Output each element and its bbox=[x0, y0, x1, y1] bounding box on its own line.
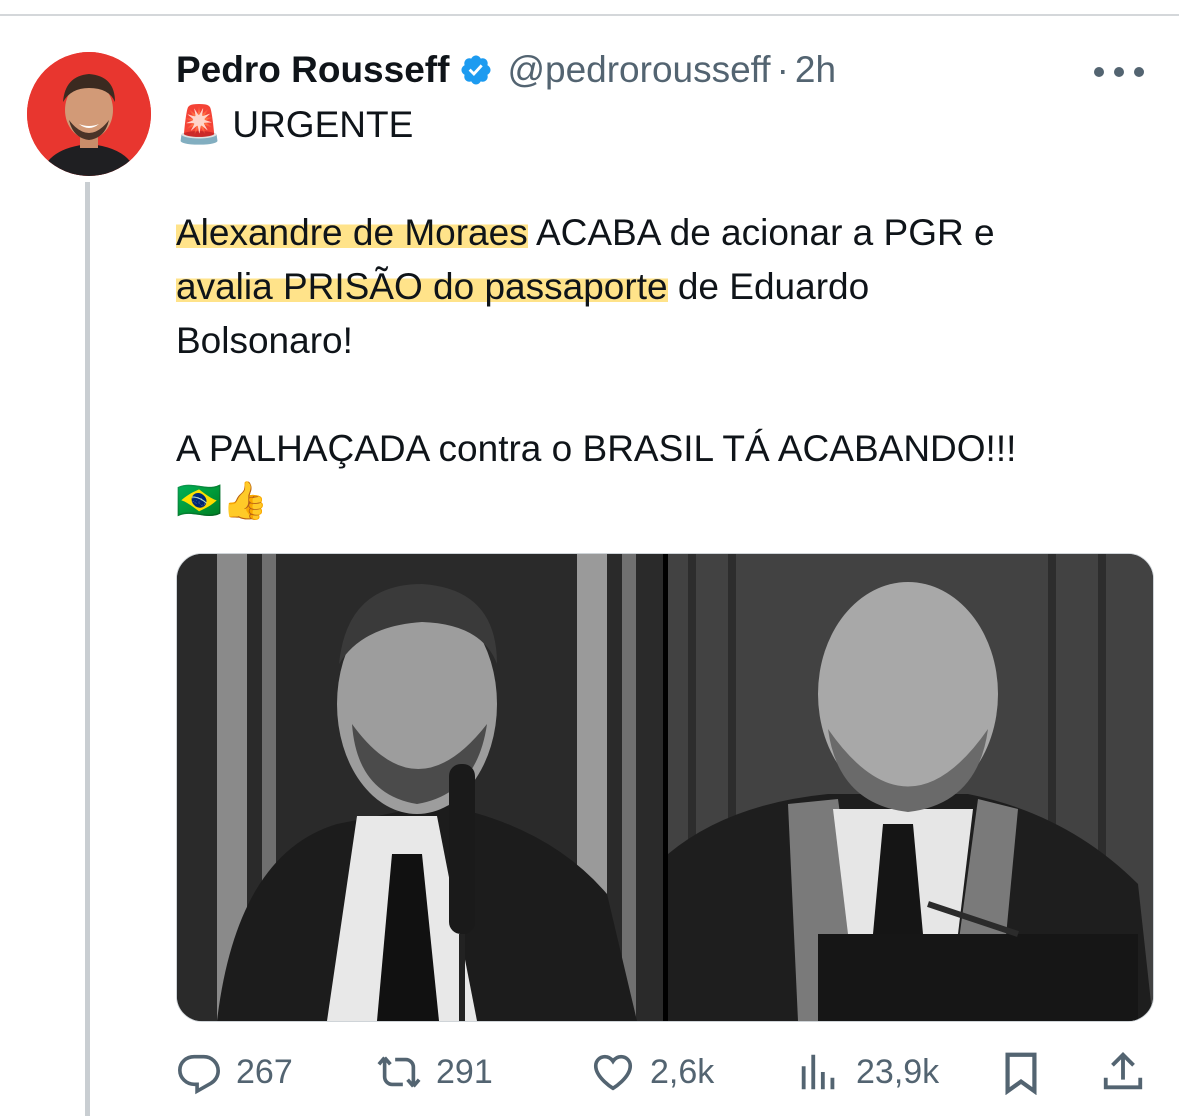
tweet-actions: 267 291 2,6k 23,9k bbox=[176, 1042, 1156, 1102]
body-text: ACABA de acionar a PGR e bbox=[527, 212, 995, 253]
tweet-body-line-3: Bolsonaro! bbox=[176, 320, 353, 361]
reply-button[interactable]: 267 bbox=[176, 1042, 293, 1102]
highlight-phrase: avalia PRISÃO do passaporte bbox=[176, 266, 668, 307]
photo-right-man-judge[interactable] bbox=[668, 554, 1153, 1021]
highlight-name: Alexandre de Moraes bbox=[176, 212, 528, 253]
views-icon bbox=[801, 1054, 835, 1090]
bookmark-icon bbox=[1005, 1052, 1037, 1095]
tweet-body-line-2: avalia PRISÃO do passaporte de Eduardo bbox=[176, 266, 869, 308]
tweet-body-line-1: Alexandre de Moraes ACABA de acionar a P… bbox=[176, 212, 995, 254]
thread-connector-line bbox=[85, 182, 90, 1116]
tweet-media[interactable] bbox=[176, 553, 1154, 1022]
reply-count: 267 bbox=[236, 1052, 293, 1091]
views-button[interactable]: 23,9k bbox=[796, 1042, 939, 1102]
like-count: 2,6k bbox=[650, 1052, 715, 1091]
more-icon[interactable] bbox=[1089, 52, 1149, 91]
tweet-timestamp[interactable]: 2h bbox=[795, 49, 836, 91]
top-divider bbox=[0, 14, 1179, 16]
reply-icon bbox=[178, 1054, 220, 1095]
like-button[interactable]: 2,6k bbox=[590, 1042, 714, 1102]
share-icon bbox=[1103, 1052, 1143, 1090]
tweet-line-urgent: 🚨 URGENTE bbox=[176, 104, 414, 145]
avatar-image bbox=[27, 52, 151, 176]
bookmark-button[interactable] bbox=[998, 1042, 1044, 1102]
tweet-body-line-4: A PALHAÇADA contra o BRASIL TÁ ACABANDO!… bbox=[176, 428, 1017, 469]
avatar[interactable] bbox=[27, 52, 151, 176]
author-name[interactable]: Pedro Rousseff bbox=[176, 49, 449, 91]
tweet-header: Pedro Rousseff @pedrorousseff · 2h bbox=[176, 44, 836, 96]
retweet-count: 291 bbox=[436, 1052, 493, 1091]
more-dots-icon bbox=[1094, 67, 1144, 77]
heart-icon bbox=[593, 1054, 633, 1091]
author-handle[interactable]: @pedrorousseff bbox=[507, 49, 770, 91]
photo-left-man-speaking[interactable] bbox=[177, 554, 663, 1021]
views-count: 23,9k bbox=[856, 1052, 940, 1091]
retweet-button[interactable]: 291 bbox=[376, 1042, 493, 1102]
verified-badge-icon bbox=[461, 55, 491, 85]
header-separator: · bbox=[776, 49, 789, 90]
tweet-emoji-line: 🇧🇷👍 bbox=[176, 480, 269, 521]
body-text: de Eduardo bbox=[667, 266, 870, 307]
retweet-icon bbox=[377, 1056, 421, 1088]
share-button[interactable] bbox=[1100, 1042, 1146, 1102]
